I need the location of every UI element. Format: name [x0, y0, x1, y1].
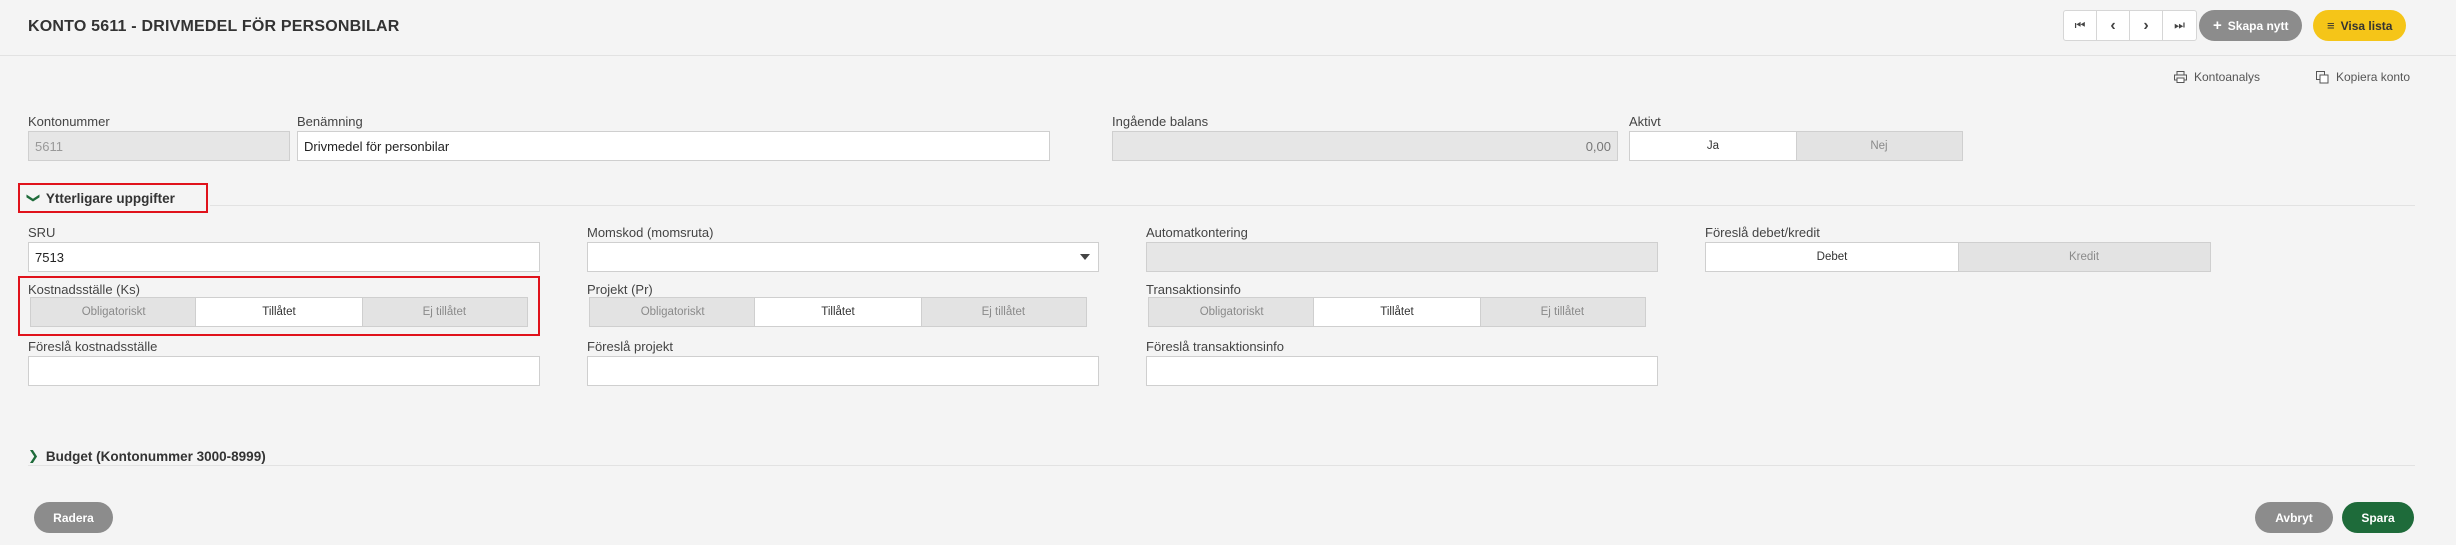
next-record-button[interactable]: › — [2130, 11, 2163, 40]
suggest-debit-credit-label: Föreslå debet/kredit — [1705, 225, 1820, 240]
opening-balance-label: Ingående balans — [1112, 114, 1209, 129]
auto-posting-field — [1146, 242, 1658, 272]
project-mandatory-option[interactable]: Obligatoriskt — [590, 298, 755, 326]
transaction-info-toggle: Obligatoriskt Tillåtet Ej tillåtet — [1148, 297, 1646, 327]
additional-section-divider — [210, 205, 2415, 206]
transaction-info-mandatory-option[interactable]: Obligatoriskt — [1149, 298, 1314, 326]
cost-center-not-allowed-option[interactable]: Ej tillåtet — [362, 298, 527, 326]
cost-center-mandatory-option[interactable]: Obligatoriskt — [31, 298, 196, 326]
plus-icon: + — [2213, 17, 2222, 34]
opening-balance-field: 0,00 — [1112, 131, 1618, 161]
suggest-project-label: Föreslå projekt — [587, 339, 673, 354]
list-icon: ≡ — [2327, 18, 2335, 33]
delete-button[interactable]: Radera — [34, 502, 113, 533]
transaction-info-label: Transaktionsinfo — [1146, 282, 1241, 297]
create-new-button[interactable]: + Skapa nytt — [2199, 10, 2303, 41]
caret-down-icon — [1080, 254, 1090, 260]
cost-center-label: Kostnadsställe (Ks) — [28, 282, 140, 297]
cost-center-allowed-option[interactable]: Tillåtet — [196, 298, 362, 326]
name-label: Benämning — [297, 114, 363, 129]
auto-posting-label: Automatkontering — [1146, 225, 1248, 240]
sru-label: SRU — [28, 225, 56, 240]
printer-icon — [2174, 71, 2187, 83]
sru-field[interactable]: 7513 — [28, 242, 540, 272]
show-list-button[interactable]: ≡ Visa lista — [2313, 10, 2407, 41]
additional-section-toggle[interactable]: ❯ Ytterligare uppgifter — [26, 190, 175, 206]
header-divider — [0, 55, 2456, 56]
save-button[interactable]: Spara — [2342, 502, 2414, 533]
suggest-cost-center-field[interactable] — [28, 356, 540, 386]
chevron-left-icon: ‹ — [2110, 16, 2116, 34]
project-label: Projekt (Pr) — [587, 282, 653, 297]
create-new-label: Skapa nytt — [2227, 18, 2289, 33]
name-field[interactable]: Drivmedel för personbilar — [297, 131, 1050, 161]
budget-section-divider — [28, 465, 2415, 466]
previous-record-button[interactable]: ‹ — [2097, 11, 2130, 40]
additional-section-title: Ytterligare uppgifter — [45, 190, 175, 206]
chevron-down-icon: ❯ — [26, 192, 42, 204]
suggest-project-field[interactable] — [587, 356, 1099, 386]
active-yes-option[interactable]: Ja — [1630, 132, 1796, 160]
skip-first-icon: ⏮ — [2074, 18, 2086, 32]
active-toggle: Ja Nej — [1629, 131, 1963, 161]
account-number-label: Kontonummer — [28, 114, 110, 129]
transaction-info-not-allowed-option[interactable]: Ej tillåtet — [1480, 298, 1645, 326]
copy-account-link[interactable]: Kopiera konto — [2316, 70, 2410, 84]
credit-option[interactable]: Kredit — [1958, 243, 2210, 271]
budget-section-title: Budget (Kontonummer 3000-8999) — [45, 448, 266, 464]
active-label: Aktivt — [1629, 114, 1661, 129]
record-navigation: ⏮ ‹ › ⏭ — [2063, 10, 2197, 41]
suggest-transaction-info-label: Föreslå transaktionsinfo — [1146, 339, 1285, 354]
account-number-field: 5611 — [28, 131, 290, 161]
suggest-cost-center-label: Föreslå kostnadsställe — [28, 339, 158, 354]
budget-section-toggle[interactable]: ❯ Budget (Kontonummer 3000-8999) — [28, 448, 266, 464]
last-record-button[interactable]: ⏭ — [2163, 11, 2196, 40]
chevron-right-icon: ❯ — [28, 448, 39, 463]
vat-code-select[interactable] — [587, 242, 1099, 272]
cost-center-toggle: Obligatoriskt Tillåtet Ej tillåtet — [30, 297, 528, 327]
active-no-option[interactable]: Nej — [1796, 132, 1962, 160]
chevron-right-icon: › — [2143, 16, 2149, 34]
show-list-label: Visa lista — [2340, 18, 2393, 33]
cancel-button[interactable]: Avbryt — [2255, 502, 2333, 533]
suggest-transaction-info-field[interactable] — [1146, 356, 1658, 386]
copy-icon — [2316, 70, 2329, 83]
first-record-button[interactable]: ⏮ — [2064, 11, 2097, 40]
debit-option[interactable]: Debet — [1706, 243, 1958, 271]
project-allowed-option[interactable]: Tillåtet — [755, 298, 921, 326]
project-not-allowed-option[interactable]: Ej tillåtet — [921, 298, 1086, 326]
skip-last-icon: ⏭ — [2174, 18, 2185, 32]
vat-code-label: Momskod (momsruta) — [587, 225, 714, 240]
transaction-info-allowed-option[interactable]: Tillåtet — [1314, 298, 1480, 326]
project-toggle: Obligatoriskt Tillåtet Ej tillåtet — [589, 297, 1087, 327]
page-title: KONTO 5611 - DRIVMEDEL FÖR PERSONBILAR — [28, 18, 400, 35]
account-analysis-label: Kontoanalys — [2194, 70, 2261, 84]
account-analysis-link[interactable]: Kontoanalys — [2174, 70, 2260, 84]
copy-account-label: Kopiera konto — [2336, 70, 2411, 84]
suggest-debit-credit-toggle: Debet Kredit — [1705, 242, 2211, 272]
